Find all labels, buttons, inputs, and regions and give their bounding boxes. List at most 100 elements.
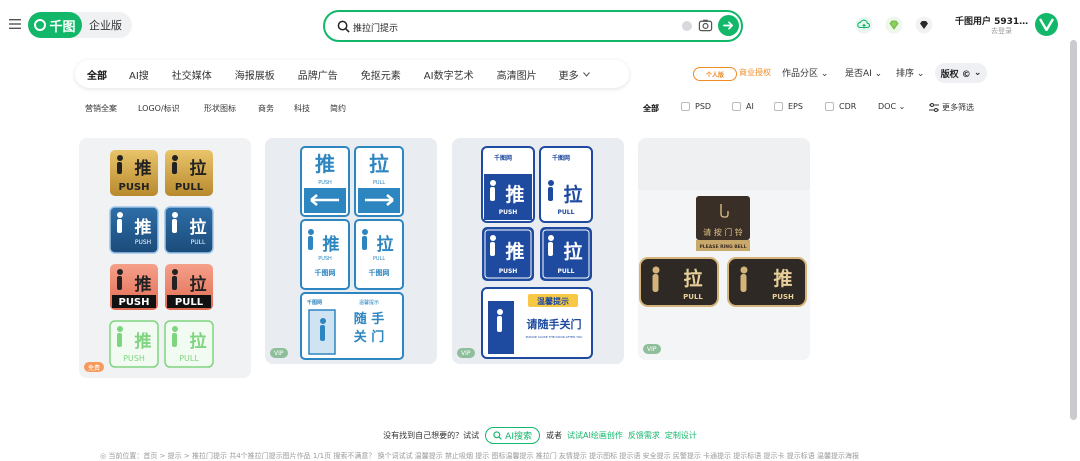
sign-char: 拉 bbox=[369, 152, 389, 176]
sign-word: PULL bbox=[558, 209, 575, 216]
format-doc[interactable]: DOC ⌄ bbox=[878, 102, 905, 111]
category-ai-art[interactable]: AI数字艺术 bbox=[424, 67, 474, 82]
feedback-link[interactable]: 反馈需求 bbox=[628, 430, 660, 441]
logo-circle-icon bbox=[34, 19, 47, 31]
category-poster[interactable]: 海报展板 bbox=[235, 67, 275, 82]
sort-filter[interactable]: 排序 ⌄ bbox=[896, 66, 924, 79]
search-button[interactable] bbox=[718, 15, 739, 36]
ai-draw-link[interactable]: 试试AI绘画创作 bbox=[567, 430, 623, 441]
category-hd-photo[interactable]: 高清图片 bbox=[497, 67, 537, 82]
clear-search-icon[interactable] bbox=[682, 21, 692, 31]
zone-filter[interactable]: 作品分区 ⌄ bbox=[782, 66, 828, 79]
tip-text: 温馨提示 bbox=[359, 299, 379, 306]
close-door-text: 随 手 bbox=[354, 311, 385, 327]
vip-diamond-icon[interactable] bbox=[915, 16, 933, 34]
sign-word: PUSH bbox=[123, 354, 145, 363]
subcat-business[interactable]: 商务 bbox=[258, 103, 274, 114]
copyright-filter-label: 版权 © bbox=[940, 69, 971, 80]
result-card-3[interactable]: 千图网 千图网 推 拉 PUSH PULL 推 拉 PUSH PULL 温馨提示 bbox=[452, 138, 624, 364]
category-ai-search[interactable]: AI搜 bbox=[129, 67, 149, 82]
sign-word: PULL bbox=[558, 268, 575, 275]
bell-en: PLEASE RING BELL bbox=[699, 244, 746, 250]
sign-char: 推 bbox=[135, 158, 152, 179]
user-login-link[interactable]: 去登录 bbox=[991, 26, 1012, 36]
sign-char: 推 bbox=[773, 267, 792, 290]
sign-word: PULL bbox=[373, 180, 385, 186]
checkbox[interactable] bbox=[681, 102, 690, 111]
format-psd[interactable]: PSD bbox=[681, 102, 711, 111]
menu-icon[interactable] bbox=[9, 18, 21, 30]
sign-char: 推 bbox=[135, 217, 152, 238]
checkbox[interactable] bbox=[825, 102, 834, 111]
logo-mark: 千图 bbox=[28, 12, 82, 38]
card-1-preview: 推 拉 PUSH PULL 推 拉 PUSH PULL 推 拉 PUSH PUL… bbox=[79, 138, 251, 378]
more-filters-button[interactable]: 更多筛选 bbox=[929, 102, 974, 113]
personal-license-badge[interactable]: 个人版 bbox=[693, 67, 737, 81]
subcat-logo[interactable]: LOGO/标识 bbox=[138, 103, 180, 114]
cloud-upload-icon[interactable] bbox=[855, 16, 873, 34]
search-box bbox=[323, 10, 743, 42]
sign-char: 拉 bbox=[190, 217, 207, 238]
category-brand-ad[interactable]: 品牌广告 bbox=[298, 67, 338, 82]
custom-design-link[interactable]: 定制设计 bbox=[665, 430, 697, 441]
checkbox[interactable] bbox=[732, 102, 741, 111]
subcat-marketing[interactable]: 营销全案 bbox=[85, 103, 117, 114]
sign-word: PUSH bbox=[118, 297, 149, 308]
result-card-1[interactable]: 推 拉 PUSH PULL 推 拉 PUSH PULL 推 拉 PUSH PUL… bbox=[79, 138, 251, 378]
avatar[interactable] bbox=[1035, 13, 1058, 36]
sign-word: PUSH bbox=[772, 293, 794, 301]
brand-text: 千图网 bbox=[552, 154, 570, 162]
ai-search-label: AI搜索 bbox=[505, 431, 532, 442]
category-all[interactable]: 全部 bbox=[87, 67, 107, 82]
format-all[interactable]: 全部 bbox=[643, 103, 659, 114]
brand-text: 千图网 bbox=[315, 268, 336, 277]
sign-char: 拉 bbox=[377, 234, 394, 255]
format-eps[interactable]: EPS bbox=[774, 102, 803, 111]
sign-char: 拉 bbox=[190, 331, 207, 352]
search-input[interactable] bbox=[353, 18, 683, 36]
sign-char: 拉 bbox=[683, 267, 702, 290]
result-card-4[interactable]: 请 按 门 铃 PLEASE RING BELL 拉 PULL 推 PUSH V… bbox=[638, 138, 810, 360]
chevron-down-icon bbox=[582, 71, 590, 77]
page: 千图 企业版 推拉门提示 千图用户 5931… 去登录 全部 AI搜 社交媒体 … bbox=[0, 0, 1080, 461]
subcat-shape-icon[interactable]: 形状图标 bbox=[204, 103, 236, 114]
sign-char: 拉 bbox=[190, 158, 207, 179]
page-scrollbar[interactable] bbox=[1070, 40, 1077, 420]
ai-filter[interactable]: 是否AI ⌄ bbox=[845, 66, 882, 79]
free-tag: 免费 bbox=[84, 362, 105, 372]
or-text: 或者 bbox=[545, 430, 562, 440]
no-result-prompt: 没有找到自己想要的？试试 AI搜索 或者 试试AI绘画创作 反馈需求 定制设计 bbox=[0, 426, 1080, 444]
result-card-2[interactable]: 推 拉 PUSH PULL 推 拉 PUSH PULL 千图网 千图网 千图网 … bbox=[265, 138, 437, 364]
sign-char: 拉 bbox=[563, 240, 582, 263]
category-social-media[interactable]: 社交媒体 bbox=[172, 67, 212, 82]
subcat-tech[interactable]: 科技 bbox=[294, 103, 310, 114]
subcat-simple[interactable]: 简约 bbox=[330, 103, 346, 114]
filter-sliders-icon bbox=[929, 103, 939, 112]
logo-edition: 企业版 bbox=[89, 19, 122, 32]
sign-word: PUSH bbox=[318, 180, 332, 186]
ai-search-button[interactable]: AI搜索 bbox=[485, 426, 540, 444]
sign-word: PULL bbox=[175, 182, 204, 193]
format-psd-label: PSD bbox=[695, 102, 712, 111]
sign-char: 推 bbox=[323, 234, 340, 255]
diamond-icon[interactable] bbox=[885, 16, 903, 34]
commercial-license-link[interactable]: 商业授权 bbox=[739, 67, 771, 78]
sign-word: PULL bbox=[191, 239, 206, 246]
sign-char: 推 bbox=[505, 183, 524, 206]
sort-filter-label: 排序 bbox=[896, 69, 915, 79]
prompt-text: 没有找到自己想要的？试试 bbox=[383, 430, 480, 440]
checkbox[interactable] bbox=[774, 102, 783, 111]
brand-text: 千图网 bbox=[369, 268, 390, 277]
copyright-filter[interactable]: 版权 © ⌄ bbox=[935, 63, 987, 83]
search-icon bbox=[493, 430, 502, 440]
camera-search-icon[interactable] bbox=[698, 18, 713, 33]
category-more[interactable]: 更多 bbox=[559, 67, 579, 82]
format-doc-label: DOC bbox=[878, 102, 897, 111]
sign-char: 推 bbox=[135, 274, 152, 295]
category-cutout[interactable]: 免抠元素 bbox=[361, 67, 401, 82]
zone-filter-label: 作品分区 bbox=[782, 69, 819, 79]
sign-char: 推 bbox=[505, 240, 524, 263]
site-logo[interactable]: 千图 企业版 bbox=[28, 12, 132, 38]
format-ai[interactable]: AI bbox=[732, 102, 754, 111]
format-cdr[interactable]: CDR bbox=[825, 102, 856, 111]
